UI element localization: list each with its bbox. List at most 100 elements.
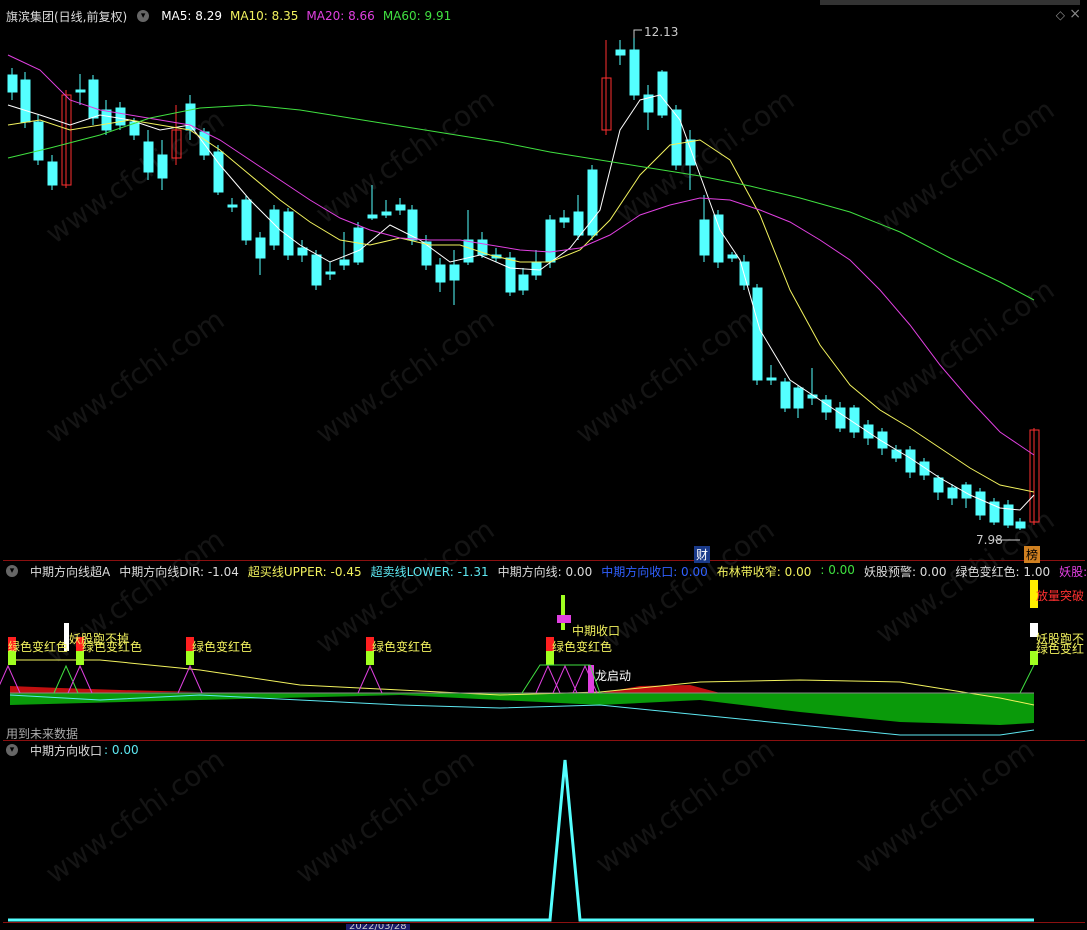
- candle-body: [933, 477, 944, 493]
- signal-bar: [557, 615, 571, 623]
- candle-body: [629, 49, 640, 96]
- bottom-value: : 0.00: [104, 743, 139, 757]
- candle-body: [381, 211, 392, 216]
- indicator-legend-item: 妖股预警: 0.00: [863, 564, 947, 579]
- candle-body: [891, 449, 902, 459]
- candle-body: [919, 461, 930, 476]
- candle-body: [353, 227, 364, 263]
- candle-body: [573, 211, 584, 236]
- ma-legend-item: MA20: 8.66: [306, 9, 375, 23]
- candle-body: [545, 219, 556, 263]
- chevron-down-icon[interactable]: ▾: [137, 10, 150, 22]
- bottom-title: 中期方向收口: [30, 743, 103, 758]
- indicator-legend-item: 妖股: 0.00: [1059, 564, 1087, 579]
- candle-body: [20, 79, 31, 123]
- kline-chart-canvas[interactable]: [0, 0, 1087, 930]
- candle-body: [505, 257, 516, 293]
- candle-body: [989, 501, 1000, 523]
- candle-body: [407, 209, 418, 241]
- ma-legend-item: MA10: 8.35: [229, 9, 299, 23]
- indicator-legend-item: 绿色变红色: 1.00: [955, 564, 1051, 579]
- signal-triangle: [1019, 664, 1035, 694]
- future-data-note: 用到未来数据: [6, 727, 79, 741]
- candle-body: [793, 387, 804, 409]
- rank-badge[interactable]: 榜: [1024, 546, 1041, 563]
- candle-body: [435, 264, 446, 283]
- close-icon[interactable]: ×: [1069, 6, 1081, 22]
- bottom-spike-line: [8, 759, 1034, 922]
- candle-body: [780, 381, 791, 409]
- signal-dragon-start: 龙启动: [595, 669, 632, 683]
- signal-green-red-4: 绿色变红色: [372, 640, 433, 654]
- indicator-legend-item: 布林带收窄: 0.00: [716, 564, 812, 579]
- candle-body: [255, 237, 266, 259]
- candle-body: [685, 139, 696, 166]
- indicator-green-area: [10, 693, 1034, 725]
- candle-body: [367, 214, 378, 219]
- signal-triangle: [552, 664, 578, 694]
- candle-body: [75, 89, 86, 93]
- indicator-header: ▾ 中期方向线超A 中期方向线DIR: -1.04 超买线UPPER: -0.45 超…: [6, 562, 1087, 580]
- signal-triangle: [535, 664, 561, 694]
- candle-body: [766, 377, 777, 381]
- candle-body: [863, 424, 874, 439]
- candle-body: [849, 407, 860, 433]
- indicator-legend-item: 中期方向线DIR: -1.04: [119, 564, 239, 579]
- candle-body: [947, 487, 958, 499]
- candle-body: [615, 49, 626, 56]
- indicator-legend-item: 超买线UPPER: -0.45: [247, 564, 362, 579]
- main-chart-header: 旗滨集团(日线,前复权) ▾ MA5: 8.29 MA10: 8.35 MA20: …: [6, 7, 451, 25]
- candle-body: [339, 259, 350, 266]
- ma-legend: MA5: 8.29 MA10: 8.35 MA20: 8.66 MA60: 9.91: [161, 9, 451, 23]
- diamond-icon[interactable]: ◇: [1056, 8, 1065, 22]
- ma-legend-item: MA60: 9.91: [382, 9, 452, 23]
- indicator-legend-item: : 0.00: [820, 562, 855, 577]
- candle-body: [587, 169, 598, 236]
- candle-body: [727, 254, 738, 259]
- candle-body: [227, 204, 238, 208]
- ma60-line: [7, 104, 1035, 301]
- signal-bar: [561, 595, 565, 630]
- indicator-legend: 中期方向线超A 中期方向线DIR: -1.04 超买线UPPER: -0.45 超卖线…: [30, 563, 1087, 580]
- candle-body: [559, 217, 570, 223]
- chevron-down-icon[interactable]: ▾: [6, 565, 18, 577]
- candle-body: [975, 491, 986, 516]
- indicator-legend-item: 超卖线LOWER: -1.31: [370, 564, 489, 579]
- candle-body: [199, 131, 210, 156]
- candle-body: [33, 121, 44, 161]
- stock-title[interactable]: 旗滨集团(日线,前复权): [6, 8, 127, 25]
- candle-body: [449, 264, 460, 281]
- ma-legend-item: MA5: 8.29: [161, 9, 222, 23]
- candle-body: [325, 271, 336, 275]
- bottom-header: ▾ 中期方向收口 : 0.00: [6, 741, 139, 759]
- candle-body: [297, 247, 308, 256]
- signal-green-red-right: 绿色变红: [1036, 642, 1085, 656]
- signal-mid-close: 中期收口: [572, 624, 621, 638]
- candle-body: [699, 219, 710, 256]
- candle-body: [241, 199, 252, 241]
- indicator-red-area: [10, 686, 200, 693]
- candle-body: [143, 141, 154, 173]
- candle-body: [311, 254, 322, 286]
- candle-body: [88, 79, 99, 119]
- ma20-line: [7, 54, 1035, 456]
- candle-body: [101, 109, 112, 131]
- indicator-legend-item: 中期方向线: 0.00: [497, 564, 593, 579]
- finance-badge[interactable]: 财: [694, 546, 711, 563]
- high-arrow: [633, 29, 642, 38]
- candle-body: [395, 204, 406, 211]
- candle-body: [713, 214, 724, 263]
- high-price-label: 12.13: [644, 25, 679, 39]
- indicator-legend-item: 中期方向收口: 0.00: [601, 564, 708, 579]
- candle-body: [657, 71, 668, 116]
- candle-body: [421, 241, 432, 266]
- signal-green-red-3: 绿色变红色: [192, 640, 253, 654]
- candle-body: [7, 74, 18, 93]
- candle-body: [531, 261, 542, 276]
- candle-body: [671, 109, 682, 166]
- candle-body: [518, 274, 529, 291]
- signal-green-red-1: 绿色变红色: [8, 640, 69, 654]
- chevron-down-icon[interactable]: ▾: [6, 744, 18, 756]
- date-cursor-label: 2022/03/28: [346, 924, 410, 930]
- candle-body: [752, 287, 763, 381]
